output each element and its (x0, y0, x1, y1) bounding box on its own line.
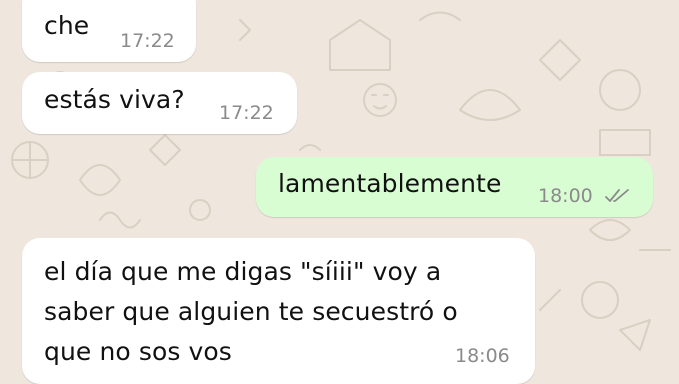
message-text: che (44, 11, 90, 40)
message-text: lamentablemente (278, 169, 502, 198)
double-check-icon (605, 189, 629, 202)
message-timestamp: 17:22 (219, 102, 274, 124)
message-text: el día que me digas "síiii" voy a saber … (44, 257, 458, 366)
message-bubble-incoming[interactable]: el día que me digas "síiii" voy a saber … (22, 238, 535, 384)
message-timestamp: 18:00 (538, 185, 593, 207)
message-bubble-incoming[interactable]: che 17:22 (22, 0, 196, 62)
message-text: estás viva? (44, 85, 185, 114)
message-timestamp: 18:06 (455, 345, 510, 367)
message-bubble-outgoing[interactable]: lamentablemente 18:00 (256, 157, 653, 217)
message-bubble-incoming[interactable]: estás viva? 17:22 (22, 72, 297, 134)
message-timestamp: 17:22 (120, 30, 175, 52)
